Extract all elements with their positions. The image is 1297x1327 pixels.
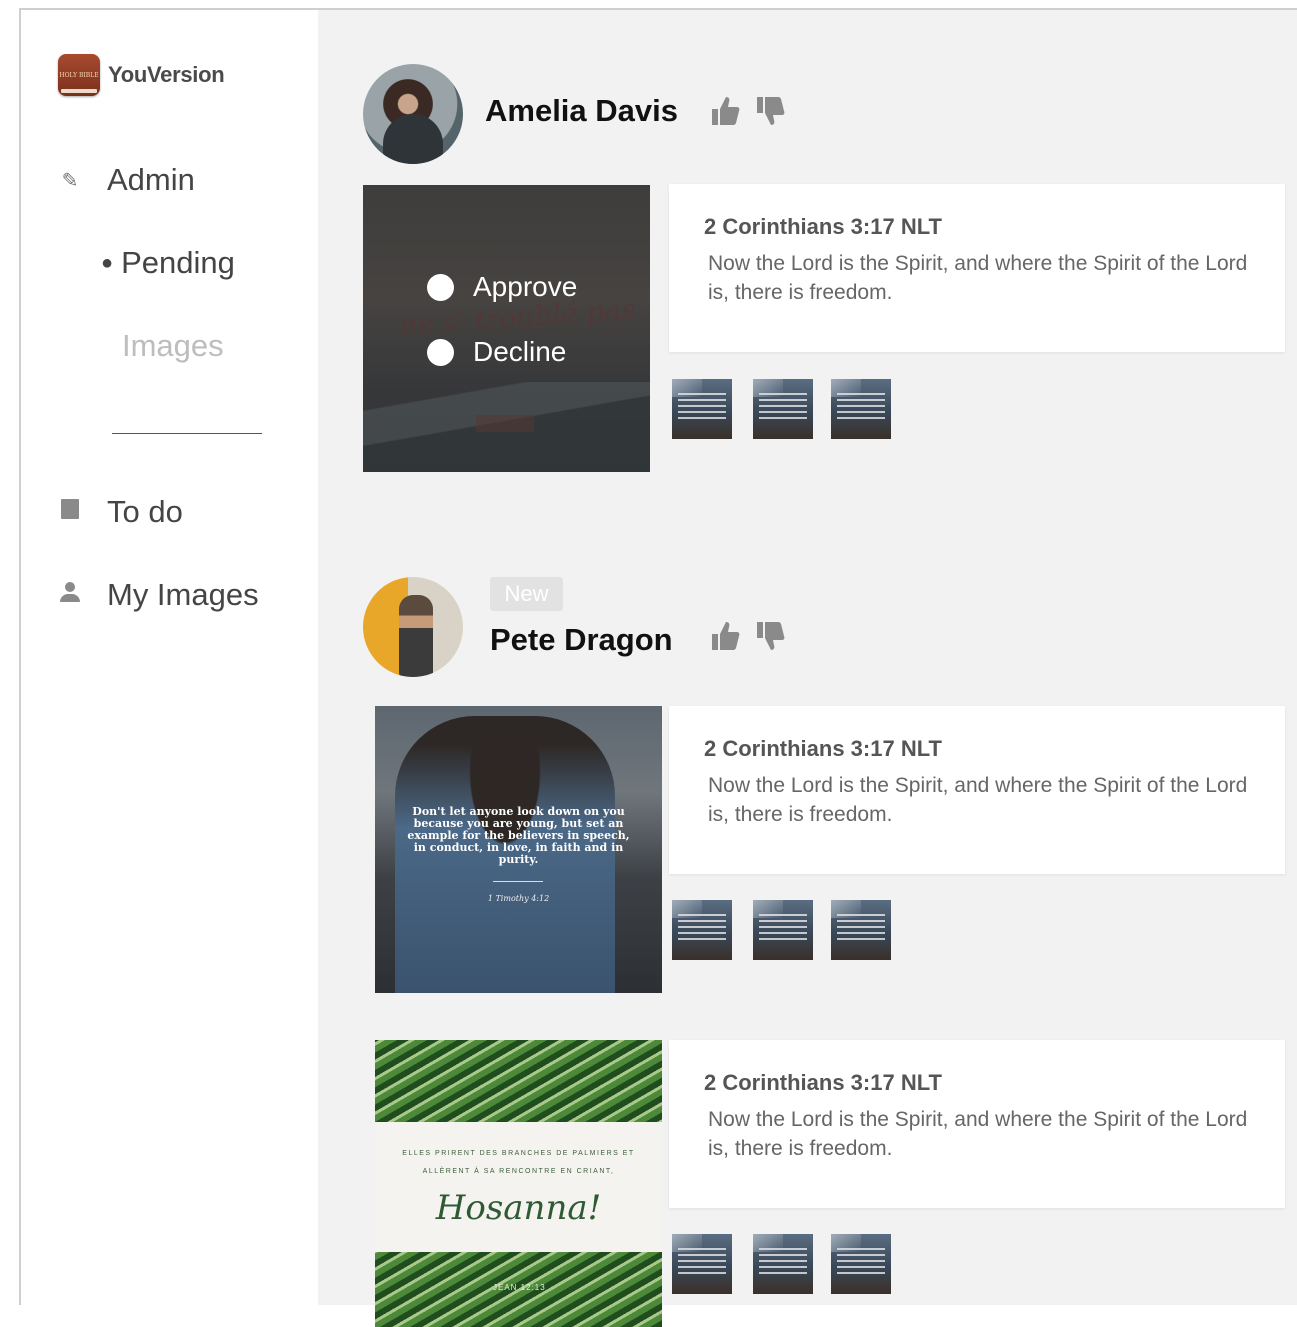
image-line: ALLÈRENT À SA RENCONTRE EN CRIANT, xyxy=(422,1168,615,1175)
sidebar-item-label: Admin xyxy=(107,162,195,197)
image-thumbnail[interactable] xyxy=(672,1234,732,1294)
submission-image[interactable]: ELLES PRIRENT DES BRANCHES DE PALMIERS E… xyxy=(375,1040,662,1327)
sidebar-item-images[interactable]: Images xyxy=(122,328,224,364)
avatar[interactable] xyxy=(363,64,463,164)
sidebar-item-label: To do xyxy=(107,494,183,529)
verse-reference: 2 Corinthians 3:17 NLT xyxy=(704,1070,942,1095)
image-divider xyxy=(493,881,543,882)
sidebar-item-my-images[interactable]: My Images xyxy=(59,577,259,613)
thumbs-up-icon[interactable] xyxy=(710,95,740,127)
approve-label: Approve xyxy=(473,271,578,302)
brand-name: YouVersion xyxy=(108,62,225,87)
verse-text: Now the Lord is the Spirit, and where th… xyxy=(708,252,1248,304)
image-thumbnail[interactable] xyxy=(831,900,891,960)
square-icon xyxy=(59,499,81,525)
submission-image[interactable]: ne s’ troublé pas xyxy=(363,185,650,472)
sidebar-item-label: Pending xyxy=(121,245,235,280)
sidebar-item-todo[interactable]: To do xyxy=(59,494,183,530)
radio-circle-icon xyxy=(427,273,454,301)
user-name[interactable]: Pete Dragon xyxy=(490,622,673,658)
logo[interactable]: HOLY BIBLE YouVersion xyxy=(58,54,225,96)
user-name[interactable]: Amelia Davis xyxy=(485,93,678,129)
thumbs-up-icon[interactable] xyxy=(710,620,740,652)
image-thumbnail[interactable] xyxy=(672,900,732,960)
thumbs-down-icon[interactable] xyxy=(755,95,785,127)
thumbs-down-icon[interactable] xyxy=(755,620,785,652)
submission-image[interactable]: Don't let anyone look down on you becaus… xyxy=(375,706,662,993)
new-badge: New xyxy=(490,577,563,611)
verse-text: Now the Lord is the Spirit, and where th… xyxy=(708,774,1248,826)
image-reference: 1 Timothy 4:12 xyxy=(487,894,550,903)
verse-reference: 2 Corinthians 3:17 NLT xyxy=(704,736,942,761)
bible-app-icon: HOLY BIBLE xyxy=(58,54,100,96)
decline-label: Decline xyxy=(473,336,567,367)
image-line: ELLES PRIRENT DES BRANCHES DE PALMIERS E… xyxy=(402,1150,635,1157)
verse-text: Now the Lord is the Spirit, and where th… xyxy=(708,1108,1248,1160)
image-quote: Don't let anyone look down on you becaus… xyxy=(407,805,630,866)
image-thumbnail[interactable] xyxy=(831,1234,891,1294)
radio-circle-icon xyxy=(427,338,454,366)
image-paper-strip xyxy=(375,1122,662,1252)
image-reference: JEAN 12:13 xyxy=(493,1283,546,1292)
moderation-overlay xyxy=(363,185,650,472)
verse-card: 2 Corinthians 3:17 NLT Now the Lord is t… xyxy=(669,706,1285,874)
sidebar-item-admin[interactable]: ✎ Admin xyxy=(59,162,195,198)
user-icon xyxy=(59,581,81,609)
approve-radio[interactable]: Approve xyxy=(427,271,577,303)
avatar[interactable] xyxy=(363,577,463,677)
image-title: Hosanna! xyxy=(435,1188,602,1228)
verse-card: 2 Corinthians 3:17 NLT Now the Lord is t… xyxy=(669,184,1285,352)
verse-card: 2 Corinthians 3:17 NLT Now the Lord is t… xyxy=(669,1040,1285,1208)
image-thumbnail[interactable] xyxy=(753,1234,813,1294)
sidebar-item-label: Images xyxy=(122,328,224,363)
image-thumbnail[interactable] xyxy=(831,379,891,439)
sidebar-item-label: My Images xyxy=(107,577,259,612)
sidebar-divider xyxy=(112,433,262,434)
active-dot-icon: ● xyxy=(101,251,114,274)
image-thumbnail[interactable] xyxy=(753,900,813,960)
decline-radio[interactable]: Decline xyxy=(427,336,566,368)
image-thumbnail[interactable] xyxy=(672,379,732,439)
image-thumbnail[interactable] xyxy=(753,379,813,439)
sidebar-item-pending[interactable]: ● Pending xyxy=(101,245,235,281)
verse-reference: 2 Corinthians 3:17 NLT xyxy=(704,214,942,239)
logo-icon-text: HOLY BIBLE xyxy=(59,71,99,79)
sidebar: HOLY BIBLE YouVersion ✎ Admin ● Pending … xyxy=(21,10,318,1305)
pencil-icon: ✎ xyxy=(61,169,79,192)
